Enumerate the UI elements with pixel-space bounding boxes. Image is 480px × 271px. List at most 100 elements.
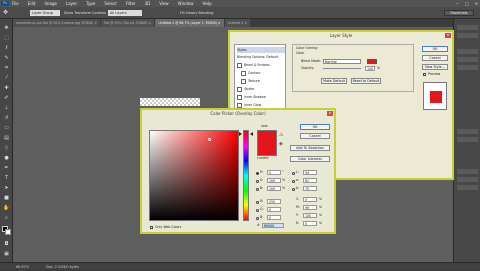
maximize-icon[interactable]: □ [465, 1, 469, 6]
overlay-color-swatch[interactable] [367, 59, 377, 64]
hue-radio[interactable] [256, 172, 259, 175]
panel-tab[interactable] [457, 185, 478, 190]
hand-icon[interactable]: ✋ [2, 205, 11, 212]
yellow-field[interactable]: 100 [303, 213, 317, 218]
menu-window[interactable]: Window [178, 0, 194, 7]
color-libraries-button[interactable]: Color Libraries [290, 156, 330, 162]
cancel-button[interactable]: Cancel [300, 133, 330, 139]
lasso-icon[interactable]: ℓ [2, 45, 11, 52]
checkbox[interactable] [237, 102, 242, 108]
panel-tab[interactable] [457, 57, 478, 62]
menu-layer[interactable]: Layer [66, 0, 77, 7]
close-icon[interactable]: ✕ [445, 33, 451, 38]
quick-mask-icon[interactable]: ◘ [2, 241, 11, 248]
lightness-field[interactable]: 54 [303, 170, 317, 175]
menu-filter[interactable]: Filter [126, 0, 136, 7]
only-web-colors-checkbox[interactable] [150, 226, 153, 229]
panel-tab[interactable] [457, 137, 478, 142]
green-radio[interactable] [256, 209, 259, 212]
blue-field[interactable]: 0 [267, 215, 281, 220]
eraser-icon[interactable]: ▭ [2, 125, 11, 132]
dodge-icon[interactable]: ● [2, 155, 11, 162]
checkbox[interactable] [237, 86, 242, 92]
menu-type[interactable]: Type [86, 0, 95, 7]
b-lab-field[interactable]: 70 [303, 186, 317, 191]
layers-dropdown[interactable]: All Layers [108, 10, 142, 16]
checkbox[interactable] [241, 78, 246, 84]
close-icon[interactable]: ✕ [475, 1, 478, 6]
pen-icon[interactable]: ✒ [2, 165, 11, 172]
style-item-stroke[interactable]: Stroke [237, 86, 285, 92]
opacity-slider[interactable] [323, 68, 361, 69]
menu-file[interactable]: File [12, 0, 19, 7]
color-field-marker[interactable] [208, 138, 211, 141]
red-radio[interactable] [256, 201, 259, 204]
menu-select[interactable]: Select [104, 0, 116, 7]
eyedropper-icon[interactable]: ⁄ [2, 75, 11, 82]
panel-tab[interactable] [457, 177, 478, 182]
shape-icon[interactable]: ■ [2, 195, 11, 202]
saturation-radio[interactable] [256, 180, 259, 183]
history-brush-icon[interactable]: ↺ [2, 115, 11, 122]
panel-tab[interactable] [457, 65, 478, 70]
path-select-icon[interactable]: ➤ [2, 185, 11, 192]
blend-mode-select[interactable]: Normal [323, 59, 361, 64]
tab-document-3[interactable]: Untitled-1 @ 66.7% (Layer 1, RGB/8) × [155, 19, 224, 27]
hue-slider[interactable] [243, 130, 249, 221]
minimize-icon[interactable]: − [456, 1, 459, 6]
make-default-button[interactable]: Make Default [321, 78, 347, 84]
move-tool-icon[interactable]: ✥ [3, 9, 11, 17]
ok-button[interactable]: OK [300, 124, 330, 130]
hue-field[interactable]: 0 [267, 170, 281, 175]
crop-icon[interactable]: ⌗ [2, 65, 11, 72]
checkbox[interactable] [237, 94, 242, 100]
preview-checkbox[interactable] [423, 73, 426, 76]
brightness-radio[interactable] [256, 188, 259, 191]
a-radio[interactable] [292, 180, 295, 183]
quick-select-icon[interactable]: ✎ [2, 55, 11, 62]
healing-icon[interactable]: ✚ [2, 85, 11, 92]
b-lab-radio[interactable] [292, 188, 295, 191]
out-of-gamut-warning-icon[interactable]: ⚠ [279, 132, 283, 138]
brightness-field[interactable]: 100 [267, 186, 281, 191]
menu-help[interactable]: Help [202, 0, 211, 7]
cyan-field[interactable]: 0 [303, 197, 317, 202]
red-field[interactable]: 255 [267, 199, 281, 204]
green-field[interactable]: 0 [267, 207, 281, 212]
menu-image[interactable]: Image [44, 0, 57, 7]
opacity-field[interactable]: 100 [365, 66, 375, 71]
reset-default-button[interactable]: Reset to Default [351, 78, 381, 84]
hue-slider-left-arrow-icon[interactable] [239, 132, 242, 136]
library-blending-checkbox[interactable]: Fill Library Blending [180, 10, 213, 16]
add-to-swatches-button[interactable]: Add To Swatches [290, 145, 330, 151]
panel-tab[interactable] [457, 49, 478, 54]
panel-tab[interactable] [457, 169, 478, 174]
new-style-button[interactable]: New Style... [422, 64, 448, 70]
cancel-button[interactable]: Cancel [422, 55, 448, 61]
menu-edit[interactable]: Edit [28, 0, 36, 7]
menu-view[interactable]: View [159, 0, 169, 7]
checkbox[interactable] [237, 62, 242, 68]
type-icon[interactable]: T [2, 175, 11, 182]
blending-options-item[interactable]: Blending Options: Default [237, 54, 285, 60]
zoom-icon[interactable]: ⌕ [2, 215, 11, 222]
style-item-bevel[interactable]: Bevel & Emboss [237, 62, 285, 68]
lightness-radio[interactable] [292, 172, 295, 175]
checkbox[interactable] [241, 70, 246, 76]
brush-icon[interactable]: ✐ [2, 95, 11, 102]
menu-3d[interactable]: 3D [145, 0, 151, 7]
move-icon[interactable]: ✥ [2, 25, 11, 32]
panel-tab[interactable] [457, 25, 478, 30]
a-field[interactable]: 81 [303, 178, 317, 183]
ok-button[interactable]: OK [422, 46, 448, 52]
styles-header[interactable]: Styles [237, 47, 285, 53]
black-field[interactable]: 0 [303, 221, 317, 226]
transparent-canvas[interactable] [140, 98, 200, 106]
blur-icon[interactable]: ◊ [2, 145, 11, 152]
style-item-texture[interactable]: Texture [237, 78, 289, 84]
magenta-field[interactable]: 99 [303, 205, 317, 210]
workspace-dropdown[interactable]: Essentials [444, 10, 474, 16]
saturation-field[interactable]: 100 [267, 178, 281, 183]
gradient-icon[interactable]: ▤ [2, 135, 11, 142]
hue-slider-right-arrow-icon[interactable] [250, 132, 253, 136]
